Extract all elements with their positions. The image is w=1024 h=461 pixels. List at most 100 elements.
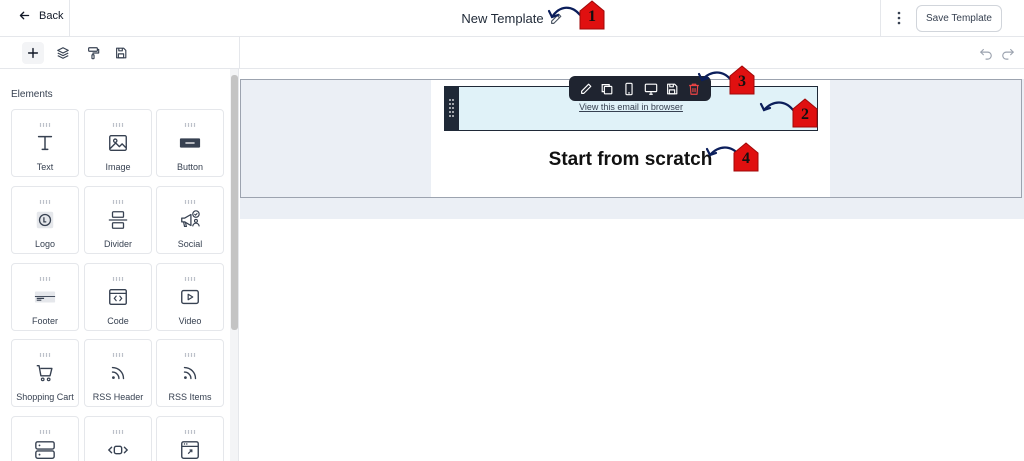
browser-link-icon xyxy=(179,439,201,461)
element-tile-label: Image xyxy=(105,162,131,172)
elements-heading: Elements xyxy=(11,89,53,100)
element-tile-label: Social xyxy=(177,239,203,249)
more-options-button[interactable] xyxy=(893,10,905,26)
annotation-arrow-1 xyxy=(547,6,582,19)
drag-grip-icon xyxy=(112,344,124,357)
drag-grip-icon xyxy=(184,114,196,127)
sidebar-scrollbar-thumb[interactable] xyxy=(231,75,238,330)
save-tab[interactable] xyxy=(110,42,132,64)
drag-grip-icon xyxy=(184,191,196,204)
elements-sidebar: Elements Text Image Button Logo Divider Socia… xyxy=(0,69,239,461)
arrow-left-icon xyxy=(19,11,30,20)
drag-grip-icon xyxy=(184,344,196,357)
annotation-marker: 3 xyxy=(729,65,755,95)
drag-grip-icon xyxy=(39,268,51,281)
logo-icon xyxy=(34,209,56,231)
kebab-icon xyxy=(897,11,901,25)
element-tile-label: Text xyxy=(36,162,54,172)
element-tile-label: Button xyxy=(176,162,204,172)
back-button[interactable]: Back xyxy=(18,9,63,22)
element-tile-logo[interactable]: Logo xyxy=(11,186,79,254)
element-tile-footer[interactable]: Footer xyxy=(11,263,79,331)
element-tile-divider[interactable]: Divider xyxy=(84,186,152,254)
shopping-cart-icon xyxy=(34,362,56,384)
server-rows-icon xyxy=(34,439,56,461)
rss-items-icon xyxy=(179,362,201,384)
undo-icon[interactable] xyxy=(979,46,993,60)
drag-grip-icon xyxy=(39,191,51,204)
plus-icon xyxy=(27,47,39,59)
desktop-icon xyxy=(644,83,658,95)
drag-grip-icon xyxy=(184,421,196,434)
element-tile-shopping-cart[interactable]: Shopping Cart xyxy=(11,339,79,407)
desktop-view-button[interactable] xyxy=(644,82,658,96)
start-from-scratch-heading: Start from scratch xyxy=(548,149,713,170)
annotation-number: 3 xyxy=(738,73,746,90)
annotation-number: 2 xyxy=(801,106,809,123)
duplicate-block-button[interactable] xyxy=(600,82,614,96)
layers-icon xyxy=(57,47,69,59)
element-tile-carousel[interactable] xyxy=(84,416,152,461)
element-tile-label: Code xyxy=(107,316,129,326)
drag-grip-icon xyxy=(39,114,51,127)
editor-toolbar xyxy=(0,37,1024,69)
element-tile-label: Footer xyxy=(31,316,58,326)
text-icon xyxy=(34,132,56,154)
image-icon xyxy=(107,132,129,154)
layers-tab[interactable] xyxy=(52,42,74,64)
code-icon xyxy=(107,286,129,308)
carousel-icon xyxy=(107,439,129,461)
add-elements-tab[interactable] xyxy=(22,42,44,64)
element-tile-server-rows[interactable] xyxy=(11,416,79,461)
styles-tab[interactable] xyxy=(82,42,104,64)
annotation-marker: 1 xyxy=(579,0,605,30)
element-tile-label: RSS Header xyxy=(92,392,144,402)
element-tile-video[interactable]: Video xyxy=(156,263,224,331)
edit-block-button[interactable] xyxy=(579,82,593,96)
save-template-button[interactable]: Save Template xyxy=(916,5,1002,32)
annotation-marker: 4 xyxy=(733,142,759,172)
element-tile-text[interactable]: Text xyxy=(11,109,79,177)
element-tile-rss-header[interactable]: RSS Header xyxy=(84,339,152,407)
rss-header-icon xyxy=(107,362,129,384)
redo-icon[interactable] xyxy=(1001,46,1015,60)
paint-roller-icon xyxy=(88,47,100,60)
divider-icon xyxy=(107,209,129,231)
template-title: New Template xyxy=(461,11,544,26)
drag-grip-icon xyxy=(39,344,51,357)
annotation-marker: 2 xyxy=(792,98,818,128)
floppy-disk-icon xyxy=(116,47,127,59)
divider xyxy=(239,37,240,69)
footer-icon xyxy=(34,286,56,308)
pencil-icon xyxy=(580,83,592,94)
button-icon xyxy=(179,132,201,154)
element-tile-rss-items[interactable]: RSS Items xyxy=(156,339,224,407)
annotation-number: 4 xyxy=(742,150,750,167)
divider xyxy=(69,0,70,37)
social-icon xyxy=(179,209,201,231)
element-tile-image[interactable]: Image xyxy=(84,109,152,177)
element-tile-label: Logo xyxy=(34,239,56,249)
mobile-view-button[interactable] xyxy=(622,82,636,96)
drag-grip-icon xyxy=(112,421,124,434)
floppy-disk-icon xyxy=(667,83,678,94)
video-icon xyxy=(179,286,201,308)
drag-grip-icon xyxy=(39,421,51,434)
drag-grip-icon xyxy=(112,268,124,281)
element-tile-social[interactable]: Social xyxy=(156,186,224,254)
element-tile-browser-link[interactable] xyxy=(156,416,224,461)
element-tile-button[interactable]: Button xyxy=(156,109,224,177)
annotation-arrow-2 xyxy=(759,101,795,112)
back-label: Back xyxy=(39,9,64,22)
drag-grip-icon xyxy=(112,191,124,204)
element-tile-code[interactable]: Code xyxy=(84,263,152,331)
element-tile-label: Video xyxy=(178,316,202,326)
element-tile-label: Divider xyxy=(103,239,132,249)
drag-grip-icon xyxy=(184,268,196,281)
save-block-button[interactable] xyxy=(665,82,679,96)
element-tile-label: RSS Items xyxy=(168,392,212,402)
block-actions-toolbar xyxy=(569,76,711,101)
annotation-arrow-3 xyxy=(697,71,733,82)
copy-icon xyxy=(602,83,613,94)
element-tile-label: Shopping Cart xyxy=(16,392,74,402)
